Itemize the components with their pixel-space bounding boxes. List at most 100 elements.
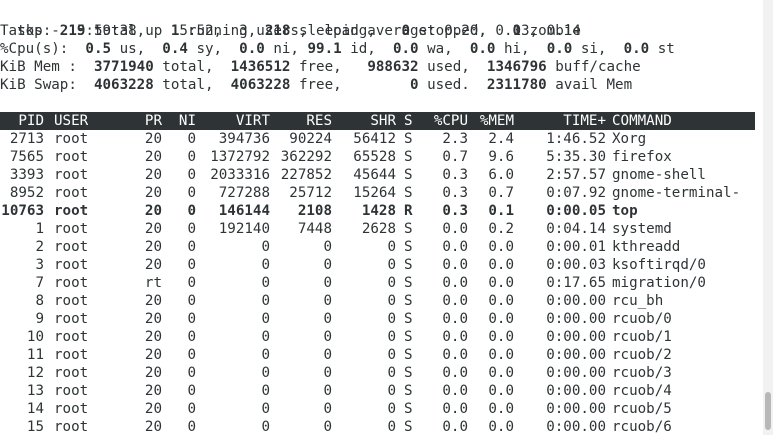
table-row: 13 root 20 0 0 0 0 S 0.0 0.0 0:00.00 rcuob/4: [0, 382, 755, 400]
cell-pr: 20: [144, 383, 162, 399]
cell-pr: 20: [144, 185, 162, 201]
cell-res: 25712: [289, 185, 332, 201]
cell-state: S: [404, 221, 413, 237]
cell-command: kthreadd: [612, 239, 681, 255]
column-header-ni[interactable]: NI: [168, 112, 196, 130]
cpu-hi-label: hi,: [495, 41, 547, 57]
cell-cpu: 0.0: [442, 383, 468, 399]
cell-time: 0:00.00: [546, 383, 606, 399]
mem-buff: 1346796: [486, 59, 547, 75]
cell-state: S: [404, 149, 413, 165]
cell-pr: 20: [144, 221, 162, 237]
cell-mem: 0.0: [488, 239, 514, 255]
mem-total: 3771940: [93, 59, 154, 75]
cell-ni: 0: [187, 311, 196, 327]
table-row: 10763 root 20 0 146144 2108 1428 R 0.3 0.1 0:00.05…: [0, 202, 755, 220]
cell-ni: 0: [187, 167, 196, 183]
cell-shr: 0: [387, 383, 396, 399]
cell-command: firefox: [612, 149, 672, 165]
column-header-time[interactable]: TIME+: [516, 112, 606, 130]
swap-used: 0: [410, 77, 419, 93]
mem-total-label: total,: [153, 59, 231, 75]
cell-ni: 0: [187, 149, 196, 165]
swap-avail-label: avail Mem: [546, 77, 633, 93]
cell-mem: 0.0: [488, 365, 514, 381]
column-header-virt[interactable]: VIRT: [200, 112, 270, 130]
cell-ni: 0: [187, 293, 196, 309]
cell-res: 0: [323, 275, 332, 291]
table-row: 15 root 20 0 0 0 0 S 0.0 0.0 0:00.00 rcuob/6: [0, 418, 755, 436]
column-header-mem[interactable]: %MEM: [470, 112, 514, 130]
cell-shr: 56412: [353, 131, 396, 147]
cell-command: rcuob/6: [612, 419, 672, 435]
cpu-si: 0.0: [546, 41, 573, 57]
cell-user: root: [54, 275, 89, 291]
cell-state: S: [404, 293, 413, 309]
cell-state: S: [404, 311, 413, 327]
mem-free: 1436512: [230, 59, 291, 75]
cell-shr: 45644: [353, 167, 396, 183]
cell-ni: 0: [187, 419, 196, 435]
tasks-zombie: 0: [512, 23, 522, 39]
column-header-shr[interactable]: SHR: [334, 112, 396, 130]
tasks-sleeping: 218: [264, 23, 291, 39]
cell-mem: 0.0: [488, 257, 514, 273]
cell-mem: 0.1: [488, 203, 514, 219]
table-row: 2713 root 20 0 394736 90224 56412 S 2.3 2.4 1:46.5…: [0, 130, 755, 148]
cell-ni: 0: [187, 329, 196, 345]
cell-time: 0:00.05: [546, 203, 606, 219]
cell-time: 0:00.00: [546, 419, 606, 435]
cell-state: R: [404, 203, 413, 219]
cell-state: S: [404, 383, 413, 399]
cell-state: S: [404, 257, 413, 273]
scrollbar-thumb[interactable]: [765, 392, 771, 430]
column-header-state[interactable]: S: [404, 112, 418, 130]
table-row: 2 root 20 0 0 0 0 S 0.0 0.0 0:00.01 kthreadd: [0, 238, 755, 256]
cell-mem: 0.0: [488, 275, 514, 291]
cell-virt: 146144: [218, 203, 270, 219]
vertical-scrollbar[interactable]: [763, 0, 773, 435]
cell-user: root: [54, 131, 89, 147]
cell-ni: 0: [187, 257, 196, 273]
process-table-header: PID USER PR NI VIRT RES SHR S %CPU %MEM …: [0, 112, 755, 130]
cell-cpu: 0.3: [442, 203, 468, 219]
cell-command: migration/0: [612, 275, 706, 291]
cell-user: root: [54, 419, 89, 435]
cell-virt: 394736: [218, 131, 270, 147]
cell-res: 0: [323, 347, 332, 363]
cpu-st-label: st: [649, 41, 675, 57]
column-header-res[interactable]: RES: [272, 112, 332, 130]
column-header-command[interactable]: COMMAND: [612, 112, 752, 130]
cell-ni: 0: [187, 275, 196, 291]
column-header-cpu[interactable]: %CPU: [420, 112, 468, 130]
cell-pid: 2713: [9, 131, 44, 147]
tasks-stopped-label: stopped,: [410, 23, 513, 39]
cell-cpu: 0.0: [442, 293, 468, 309]
cell-shr: 15264: [353, 185, 396, 201]
cell-pr: 20: [144, 365, 162, 381]
cell-ni: 0: [187, 365, 196, 381]
column-header-pr[interactable]: PR: [128, 112, 162, 130]
cell-state: S: [404, 347, 413, 363]
table-row: 11 root 20 0 0 0 0 S 0.0 0.0 0:00.00 rcuob/2: [0, 346, 755, 364]
swap-used-label: used.: [418, 77, 487, 93]
cell-pid: 10: [26, 329, 44, 345]
summary-uptime-line: top - 15:59:38 up 5:52, 3 users, load av…: [0, 4, 581, 39]
column-header-user[interactable]: USER: [54, 112, 114, 130]
cell-cpu: 0.0: [442, 311, 468, 327]
cell-mem: 6.0: [488, 167, 514, 183]
cell-time: 0:00.00: [546, 401, 606, 417]
cpu-sy: 0.4: [162, 41, 188, 57]
cell-res: 362292: [280, 149, 332, 165]
cell-ni: 0: [187, 221, 196, 237]
cell-user: root: [54, 239, 89, 255]
cell-user: root: [54, 221, 89, 237]
cell-pid: 8952: [9, 185, 44, 201]
cell-command: top: [612, 203, 638, 219]
summary-swap-line: KiB Swap: 4063228 total, 4063228 free, 0…: [0, 76, 632, 94]
mem-free-label: free,: [290, 59, 368, 75]
cell-state: S: [404, 131, 413, 147]
column-header-pid[interactable]: PID: [0, 112, 44, 130]
cpu-us-label: us,: [111, 41, 163, 57]
swap-label: KiB Swap:: [0, 77, 94, 93]
